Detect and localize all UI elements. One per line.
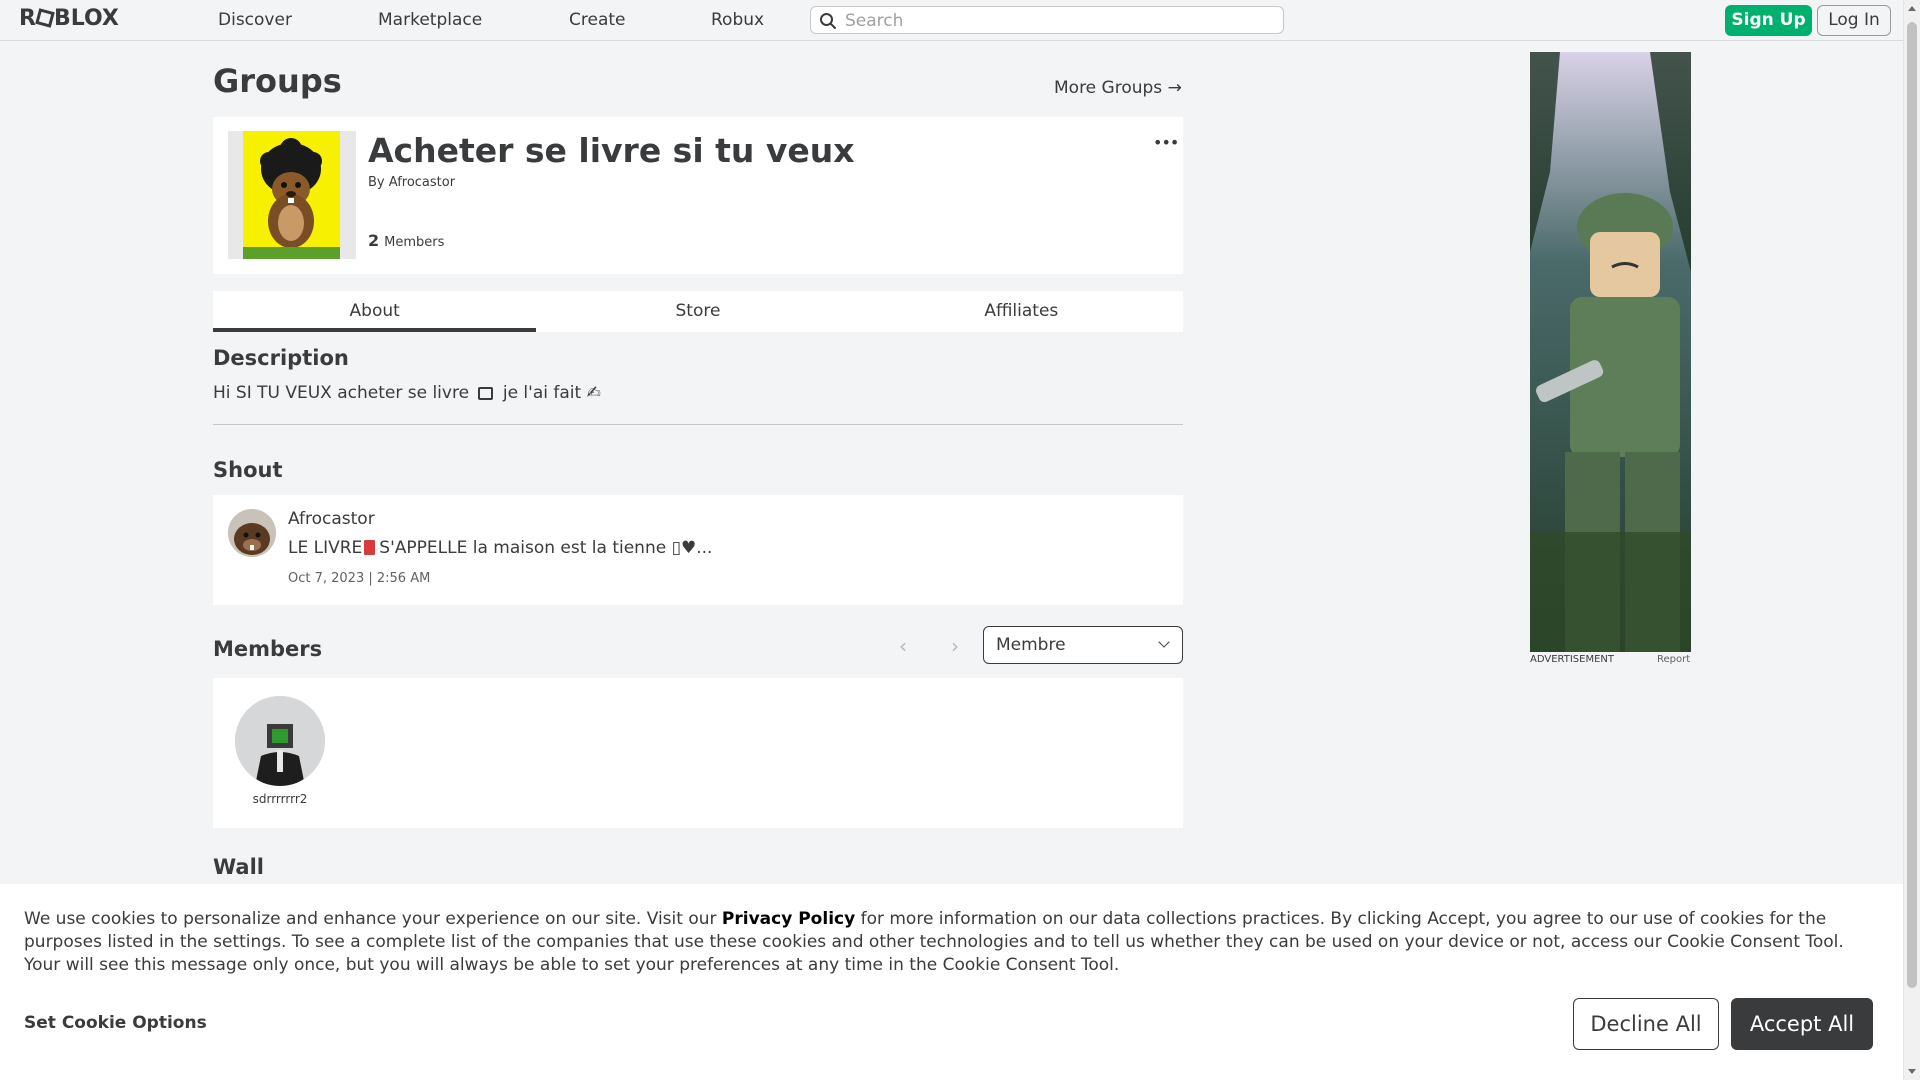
more-groups-link[interactable]: More Groups →	[1054, 78, 1182, 98]
member-avatar-image	[235, 696, 325, 786]
chevron-left-icon[interactable]: ‹	[899, 634, 907, 658]
search-icon	[820, 13, 836, 29]
group-owner-link[interactable]: Afrocastor	[389, 175, 455, 190]
ad-report-link[interactable]: Report	[1657, 654, 1690, 665]
shout-timestamp: Oct 7, 2023 | 2:56 AM	[288, 571, 431, 586]
privacy-policy-link[interactable]: Privacy Policy	[722, 909, 855, 929]
scrollbar-thumb[interactable]	[1907, 22, 1917, 988]
shout-card: Afrocastor LE LIVRE S'APPELLE la maison e…	[213, 495, 1183, 605]
beaver-avatar-image	[228, 509, 276, 557]
group-tabs: About Store Affiliates	[213, 291, 1183, 332]
advertisement-label: ADVERTISEMENT	[1530, 654, 1615, 665]
member-username[interactable]: sdrrrrrrr2	[223, 792, 337, 806]
shout-message: LE LIVRE S'APPELLE la maison est la tienn…	[288, 538, 712, 558]
role-select[interactable]: Membre	[983, 626, 1183, 664]
group-emblem	[228, 131, 356, 259]
shout-poster-name[interactable]: Afrocastor	[288, 509, 375, 529]
logo-o-mark	[35, 8, 55, 28]
sign-up-button[interactable]: Sign Up	[1725, 5, 1812, 36]
role-select-value: Membre	[996, 635, 1066, 655]
more-icon[interactable]: •••	[1153, 133, 1179, 152]
description-text-start: Hi SI TU VEUX acheter se livre	[213, 383, 470, 403]
chevron-right-icon[interactable]: ›	[951, 634, 959, 658]
description-text-end: je l'ai fait ✍	[502, 383, 601, 403]
decline-all-button[interactable]: Decline All	[1573, 998, 1719, 1050]
roblox-logo[interactable]: R BLOX	[19, 6, 119, 31]
nav-robux[interactable]: Robux	[711, 10, 764, 30]
members-heading: Members	[213, 637, 323, 661]
section-divider	[213, 424, 1183, 425]
search-input[interactable]	[843, 9, 1277, 33]
shout-heading: Shout	[213, 458, 283, 482]
advertisement-banner[interactable]	[1530, 52, 1691, 652]
page-scrollbar[interactable]	[1903, 0, 1920, 1080]
scroll-up-icon[interactable]	[1908, 6, 1916, 11]
group-owner-line: By Afrocastor	[368, 175, 455, 190]
description-heading: Description	[213, 346, 349, 370]
search-box	[810, 6, 1284, 34]
book-emoji-icon	[478, 387, 494, 400]
chevron-down-icon	[1158, 636, 1170, 648]
tab-store[interactable]: Store	[536, 291, 859, 332]
set-cookie-options-link[interactable]: Set Cookie Options	[24, 1013, 207, 1033]
top-navigation-bar: R BLOX Discover Marketplace Create Robux …	[0, 0, 1903, 41]
beaver-image	[243, 138, 340, 259]
log-in-button[interactable]: Log In	[1817, 5, 1891, 36]
shout-message-start: LE LIVRE	[288, 538, 363, 558]
by-prefix: By	[368, 175, 385, 190]
cookie-message-start: We use cookies to personalize and enhanc…	[24, 909, 717, 929]
nav-discover[interactable]: Discover	[218, 10, 292, 30]
description-text: Hi SI TU VEUX acheter se livre je l'ai f…	[213, 383, 601, 403]
shout-poster-avatar[interactable]	[228, 509, 276, 557]
tab-affiliates[interactable]: Affiliates	[860, 291, 1183, 332]
member-count: 2 Members	[368, 231, 444, 250]
red-book-icon	[364, 540, 376, 555]
wall-heading: Wall	[213, 855, 264, 879]
member-count-label: Members	[384, 235, 445, 250]
page-title: Groups	[213, 62, 342, 100]
tab-about[interactable]: About	[213, 291, 537, 332]
group-header-card: Acheter se livre si tu veux By Afrocasto…	[213, 117, 1183, 274]
shout-message-end: S'APPELLE la maison est la tienne ▯♥...	[379, 538, 713, 558]
accept-all-button[interactable]: Accept All	[1731, 998, 1873, 1050]
group-name: Acheter se livre si tu veux	[368, 131, 855, 170]
member-avatar[interactable]	[235, 696, 325, 786]
members-list: sdrrrrrrr2	[213, 678, 1183, 828]
nav-marketplace[interactable]: Marketplace	[378, 10, 482, 30]
nav-create[interactable]: Create	[569, 10, 626, 30]
ad-soldier-image	[1530, 52, 1691, 652]
cookie-consent-banner: We use cookies to personalize and enhanc…	[0, 884, 1903, 1080]
scroll-down-icon[interactable]	[1908, 1069, 1916, 1074]
member-count-number: 2	[368, 231, 380, 250]
cookie-message: We use cookies to personalize and enhanc…	[24, 908, 1884, 977]
